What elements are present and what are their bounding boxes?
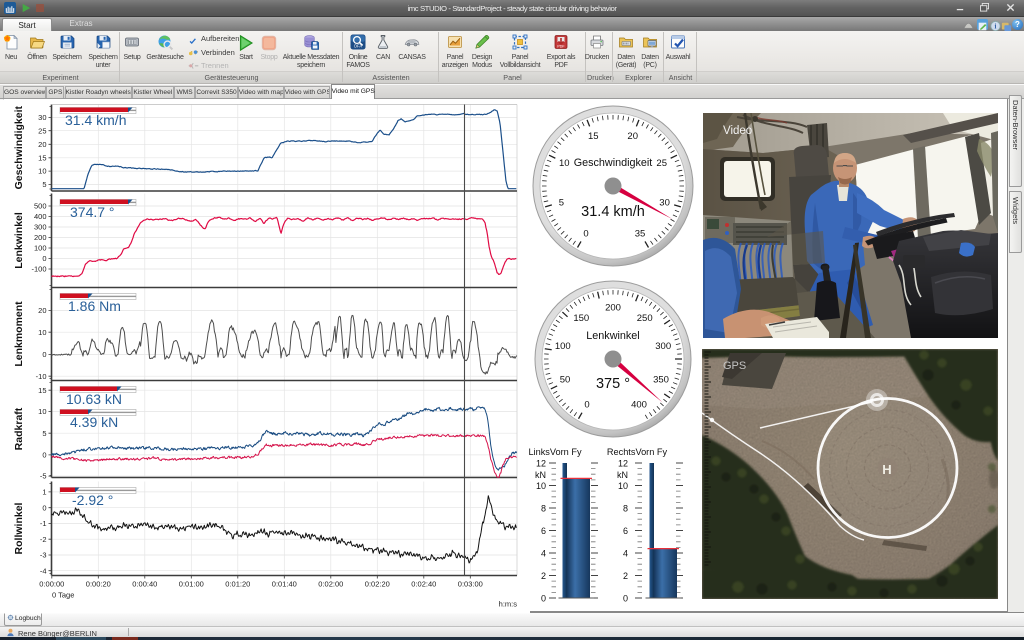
- svg-text:0: 0: [42, 503, 46, 512]
- svg-text:LinksVorn Fy: LinksVorn Fy: [528, 447, 582, 457]
- svg-text:400: 400: [34, 212, 47, 221]
- svg-text:0: 0: [42, 254, 46, 263]
- svg-text:-2: -2: [40, 535, 47, 544]
- svg-text:375 °: 375 °: [596, 376, 630, 392]
- svg-text:10.63 kN: 10.63 kN: [66, 391, 122, 407]
- svg-text:-4: -4: [40, 566, 47, 575]
- svg-text:6: 6: [623, 526, 628, 536]
- svg-text:300: 300: [34, 223, 47, 232]
- svg-text:10: 10: [618, 481, 628, 491]
- svg-text:OFA: OFA: [354, 44, 363, 49]
- svg-text:30: 30: [659, 197, 670, 208]
- svg-text:20: 20: [38, 140, 46, 149]
- svg-text:Rollwinkel: Rollwinkel: [13, 502, 25, 554]
- svg-text:400: 400: [631, 400, 647, 411]
- svg-text:Lenkmoment: Lenkmoment: [13, 301, 25, 367]
- svg-text:20: 20: [627, 131, 638, 142]
- svg-text:0:01:00: 0:01:00: [179, 580, 204, 589]
- svg-text:250: 250: [637, 313, 653, 324]
- svg-text:50: 50: [560, 374, 571, 385]
- svg-text:Geschwindigkeit: Geschwindigkeit: [574, 157, 653, 169]
- svg-text:4: 4: [623, 549, 628, 559]
- svg-text:-5: -5: [40, 472, 47, 481]
- svg-text:0:02:00: 0:02:00: [318, 580, 343, 589]
- svg-text:kN: kN: [535, 470, 546, 480]
- svg-text:0 Tage: 0 Tage: [52, 591, 74, 600]
- svg-text:-3: -3: [40, 551, 47, 560]
- svg-text:6: 6: [541, 526, 546, 536]
- svg-text:0: 0: [42, 350, 46, 359]
- svg-text:0: 0: [42, 451, 46, 460]
- svg-text:0: 0: [623, 594, 628, 604]
- svg-text:200: 200: [605, 303, 621, 314]
- svg-text:10: 10: [38, 407, 46, 416]
- svg-text:25: 25: [656, 158, 667, 169]
- svg-text:Lenkwinkel: Lenkwinkel: [586, 330, 639, 342]
- svg-text:2: 2: [541, 571, 546, 581]
- svg-text:100: 100: [555, 341, 571, 352]
- svg-text:0: 0: [541, 594, 546, 604]
- svg-text:374.7 °: 374.7 °: [70, 204, 115, 220]
- svg-text:i: i: [995, 24, 997, 31]
- svg-text:200: 200: [34, 233, 47, 242]
- svg-text:10: 10: [559, 158, 570, 169]
- svg-text:150: 150: [573, 313, 589, 324]
- svg-text:-2.92 °: -2.92 °: [72, 492, 113, 508]
- svg-text:0: 0: [584, 400, 589, 411]
- svg-text:0: 0: [583, 228, 588, 239]
- svg-text:1: 1: [42, 488, 46, 497]
- svg-text:12: 12: [618, 459, 628, 469]
- svg-text:RechtsVorn Fy: RechtsVorn Fy: [607, 447, 668, 457]
- svg-text:Geschwindigkeit: Geschwindigkeit: [13, 105, 25, 189]
- svg-text:Radkraft: Radkraft: [13, 407, 25, 450]
- svg-text:0:00:00: 0:00:00: [39, 580, 64, 589]
- svg-text:0:03:00: 0:03:00: [458, 580, 483, 589]
- svg-text:0:00:40: 0:00:40: [132, 580, 157, 589]
- svg-text:5: 5: [42, 429, 46, 438]
- svg-text:0:01:40: 0:01:40: [272, 580, 297, 589]
- svg-text:15: 15: [588, 131, 599, 142]
- svg-text:0:01:20: 0:01:20: [225, 580, 250, 589]
- svg-text:-10: -10: [36, 372, 47, 381]
- svg-text:-100: -100: [31, 265, 46, 274]
- svg-text:35: 35: [635, 228, 646, 239]
- svg-text:Lenkwinkel: Lenkwinkel: [13, 212, 25, 269]
- svg-text:8: 8: [623, 504, 628, 514]
- svg-text:5: 5: [559, 197, 564, 208]
- svg-text:15: 15: [38, 153, 46, 162]
- svg-text:-1: -1: [40, 519, 47, 528]
- svg-text:kN: kN: [617, 470, 628, 480]
- svg-text:h:m:s: h:m:s: [499, 600, 518, 609]
- svg-text:10: 10: [38, 167, 46, 176]
- svg-text:H: H: [882, 462, 891, 477]
- svg-text:100: 100: [34, 244, 47, 253]
- svg-text:30: 30: [38, 113, 46, 122]
- svg-text:Video: Video: [723, 125, 752, 137]
- svg-text:4.39 kN: 4.39 kN: [70, 414, 118, 430]
- svg-text:0:00:20: 0:00:20: [86, 580, 111, 589]
- svg-text:1.86 Nm: 1.86 Nm: [68, 298, 121, 314]
- svg-text:PDF: PDF: [557, 44, 565, 48]
- svg-text:15: 15: [38, 386, 46, 395]
- svg-text:2: 2: [623, 571, 628, 581]
- svg-text:GPS: GPS: [723, 360, 746, 372]
- svg-text:350: 350: [653, 374, 669, 385]
- svg-text:10: 10: [38, 328, 46, 337]
- svg-text:31.4 km/h: 31.4 km/h: [65, 112, 126, 128]
- svg-text:300: 300: [655, 341, 671, 352]
- svg-text:0:02:20: 0:02:20: [365, 580, 390, 589]
- svg-text:5: 5: [42, 180, 46, 189]
- svg-text:4: 4: [541, 549, 546, 559]
- svg-text:500: 500: [34, 202, 47, 211]
- svg-text:0:02:40: 0:02:40: [411, 580, 436, 589]
- svg-text:10: 10: [536, 481, 546, 491]
- svg-text:31.4 km/h: 31.4 km/h: [581, 204, 645, 220]
- svg-text:25: 25: [38, 126, 46, 135]
- svg-text:20: 20: [38, 306, 46, 315]
- svg-text:12: 12: [536, 459, 546, 469]
- svg-text:8: 8: [541, 504, 546, 514]
